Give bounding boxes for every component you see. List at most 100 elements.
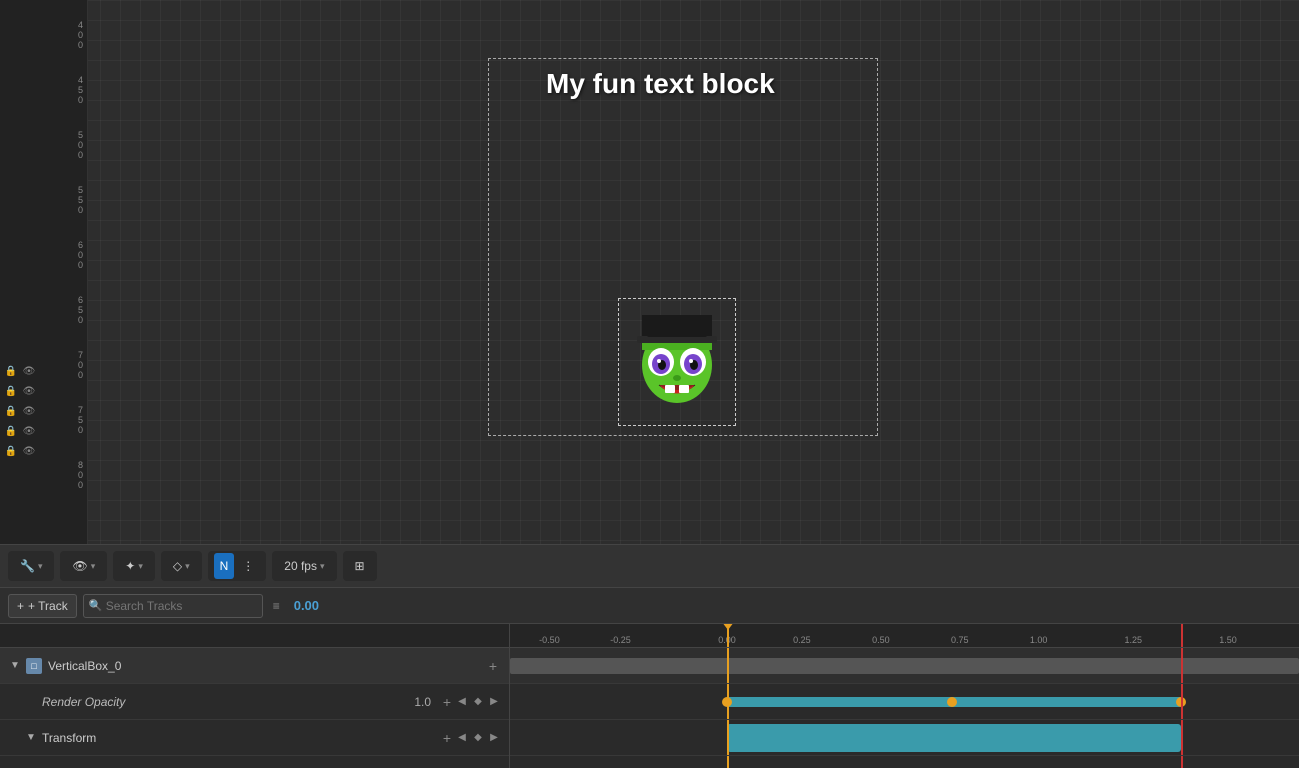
lock-icon-4[interactable]: 🔒: [4, 424, 18, 438]
eye-icon-2[interactable]: 👁: [22, 384, 36, 398]
toolbar: 🔧 ▾ 👁 ▾ ✦ ▾ ◇ ▾ N: [0, 544, 1299, 588]
screen-button[interactable]: ⊞: [349, 553, 371, 579]
tools-group-1: 🔧 ▾: [8, 551, 54, 581]
eye-tool-icon: 👁: [72, 559, 87, 573]
kf-add-opacity[interactable]: ◆: [471, 695, 485, 709]
kf-prev-opacity[interactable]: ◀: [455, 695, 469, 709]
chevron-down-icon-4: ▾: [185, 561, 190, 572]
screen-icon: ⊞: [355, 559, 365, 573]
end-marker-rotation: [1181, 756, 1183, 768]
filter-icon: ≡: [273, 599, 280, 613]
chevron-down-icon-fps: ▾: [320, 561, 325, 572]
ruler-mark-800: 800: [78, 460, 83, 490]
eye-tool-button[interactable]: 👁 ▾: [66, 553, 101, 579]
expand-spacer-opacity: [24, 695, 38, 709]
chevron-down-icon-3: ▾: [138, 561, 143, 572]
playhead-line-rotation: [727, 756, 729, 768]
fps-button[interactable]: 20 fps ▾: [278, 553, 330, 579]
transform-tool-button[interactable]: ✦ ▾: [119, 553, 149, 579]
chevron-down-icon-1: ▾: [38, 561, 43, 572]
playhead-line-transform: [727, 720, 729, 755]
stamp-tool-button[interactable]: N: [214, 553, 235, 579]
track-name-transform: Transform: [42, 731, 439, 745]
lock-icon-2[interactable]: 🔒: [4, 384, 18, 398]
track-row-render-opacity: Render Opacity 1.0 + ◀ ◆ ▶: [0, 684, 509, 720]
ruler-mark-400: 400: [78, 20, 83, 50]
timeline-body: ▼ □ VerticalBox_0 + Render Opacity 1.0 +…: [0, 624, 1299, 768]
search-tracks-input[interactable]: [83, 594, 263, 618]
emoji-sprite[interactable]: [622, 302, 732, 417]
eye-icon-1[interactable]: 👁: [22, 364, 36, 378]
eye-icon-5[interactable]: 👁: [22, 444, 36, 458]
shape-tool-button[interactable]: ◇ ▾: [167, 553, 196, 579]
emoji-svg: [627, 310, 727, 410]
ruler-mark-150: 1.50: [1219, 635, 1237, 645]
ruler-mark-650: 650: [78, 295, 83, 325]
kf-add-transform[interactable]: ◆: [471, 731, 485, 745]
track-name-verticalbox: VerticalBox_0: [48, 659, 485, 673]
layer-icon-row-3: 🔒 👁: [4, 402, 84, 420]
tools-group-5: N ⋮: [208, 551, 267, 581]
layer-icon-row-5: 🔒 👁: [4, 442, 84, 460]
track-add-transform[interactable]: +: [439, 730, 455, 746]
layer-icon-row-4: 🔒 👁: [4, 422, 84, 440]
more-tool-button[interactable]: ⋮: [236, 553, 260, 579]
timeline-track-area: -0.50 -0.25 0.00 0.25 0.50 0.75 1.00 1.2…: [510, 624, 1299, 768]
end-marker-1: [1181, 648, 1183, 683]
transform-teal-bar: [727, 724, 1181, 752]
track-row-rotation: ▼ Rotation + ◀ ◆ ▶: [0, 756, 509, 768]
layer-icon-row-2: 🔒 👁: [4, 382, 84, 400]
kf-dot-opacity-mid[interactable]: [947, 697, 957, 707]
ruler-mark-500: 500: [78, 130, 83, 160]
track-row-transform: ▼ Transform + ◀ ◆ ▶: [0, 720, 509, 756]
app-container: 400 450 500 550 600 650 700 750 800 🔒 👁 …: [0, 0, 1299, 768]
tl-row-rotation: [510, 756, 1299, 768]
end-marker-transform: [1181, 720, 1183, 755]
ruler-mark-075: 0.75: [951, 635, 969, 645]
track-add-verticalbox[interactable]: +: [485, 658, 501, 674]
ruler-mark-025: 0.25: [793, 635, 811, 645]
ruler-mark-450: 450: [78, 75, 83, 105]
timeline-tracks-content: [510, 648, 1299, 768]
end-marker-opacity: [1181, 684, 1183, 719]
ruler-mark-125: 1.25: [1125, 635, 1143, 645]
eye-icon-3[interactable]: 👁: [22, 404, 36, 418]
track-list-ruler-spacer: [0, 624, 509, 648]
kf-next-transform[interactable]: ▶: [487, 731, 501, 745]
filter-button[interactable]: ≡: [269, 597, 284, 615]
fps-label: 20 fps: [284, 559, 317, 573]
lock-icon-5[interactable]: 🔒: [4, 444, 18, 458]
add-track-button[interactable]: + + Track: [8, 594, 77, 618]
expand-verticalbox[interactable]: ▼: [8, 659, 22, 673]
kf-next-opacity[interactable]: ▶: [487, 695, 501, 709]
ruler-mark-550: 550: [78, 185, 83, 215]
layer-icons: 🔒 👁 🔒 👁 🔒 👁 🔒 👁 🔒 👁: [0, 360, 88, 462]
eye-icon-4[interactable]: 👁: [22, 424, 36, 438]
track-row-verticalbox: ▼ □ VerticalBox_0 +: [0, 648, 509, 684]
kf-prev-transform[interactable]: ◀: [455, 731, 469, 745]
viewport: My fun text block: [88, 0, 1299, 544]
ruler-mark-600: 600: [78, 240, 83, 270]
tl-row-transform: [510, 720, 1299, 756]
chevron-down-icon-2: ▾: [91, 561, 96, 572]
ruler-mark--050: -0.50: [539, 635, 560, 645]
stamp-icon: N: [220, 559, 229, 573]
wrench-tool-button[interactable]: 🔧 ▾: [14, 553, 48, 579]
track-icon-verticalbox: □: [26, 658, 42, 674]
lock-icon-1[interactable]: 🔒: [4, 364, 18, 378]
expand-transform[interactable]: ▼: [24, 731, 38, 745]
tools-group-3: ✦ ▾: [113, 551, 155, 581]
ruler-left: 400 450 500 550 600 650 700 750 800: [0, 0, 88, 544]
playhead-line-opacity: [727, 684, 729, 719]
shape-icon: ◇: [173, 559, 182, 573]
track-add-opacity[interactable]: +: [439, 694, 455, 710]
playhead-triangle: [722, 624, 734, 630]
lock-icon-3[interactable]: 🔒: [4, 404, 18, 418]
layer-icon-row-1: 🔒 👁: [4, 362, 84, 380]
screen-group: ⊞: [343, 551, 377, 581]
playhead-ruler[interactable]: [727, 624, 729, 647]
tools-group-2: 👁 ▾: [60, 551, 107, 581]
end-marker-ruler: [1181, 624, 1183, 647]
fps-group: 20 fps ▾: [272, 551, 336, 581]
timeline-header: + + Track 🔍 ≡ 0.00: [0, 588, 1299, 624]
